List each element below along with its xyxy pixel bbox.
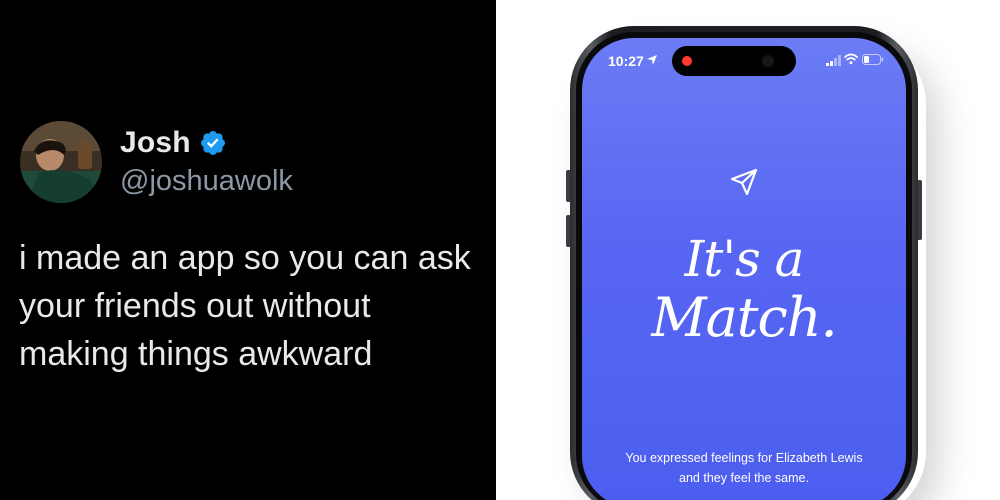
- verified-badge-icon: [200, 131, 225, 155]
- signal-icon: [826, 55, 841, 66]
- phone-screen: 10:27 It's a Match. You expressed feelin…: [582, 38, 906, 500]
- tweet-panel: Josh @joshuawolk i made an app so you ca…: [0, 0, 496, 500]
- avatar[interactable]: [20, 121, 102, 203]
- author-name-row: Josh: [120, 126, 227, 160]
- status-time: 10:27: [608, 53, 644, 69]
- match-description-line2: and they feel the same.: [679, 471, 809, 485]
- match-description: You expressed feelings for Elizabeth Lew…: [582, 448, 906, 488]
- recording-indicator-icon: [682, 56, 692, 66]
- match-headline-line1: It's a: [684, 230, 805, 288]
- dynamic-island: [672, 46, 796, 76]
- match-description-line1: You expressed feelings for Elizabeth Lew…: [625, 451, 863, 465]
- send-icon: [730, 168, 758, 196]
- wifi-icon: [844, 53, 858, 65]
- camera-icon: [762, 55, 774, 67]
- author-handle[interactable]: @joshuawolk: [120, 165, 293, 198]
- tweet-text: i made an app so you can ask your friend…: [19, 239, 471, 373]
- location-arrow-icon: [647, 55, 657, 65]
- author-display-name[interactable]: Josh: [120, 126, 191, 160]
- match-headline-line2: Match.: [651, 286, 837, 349]
- battery-icon: [862, 54, 884, 65]
